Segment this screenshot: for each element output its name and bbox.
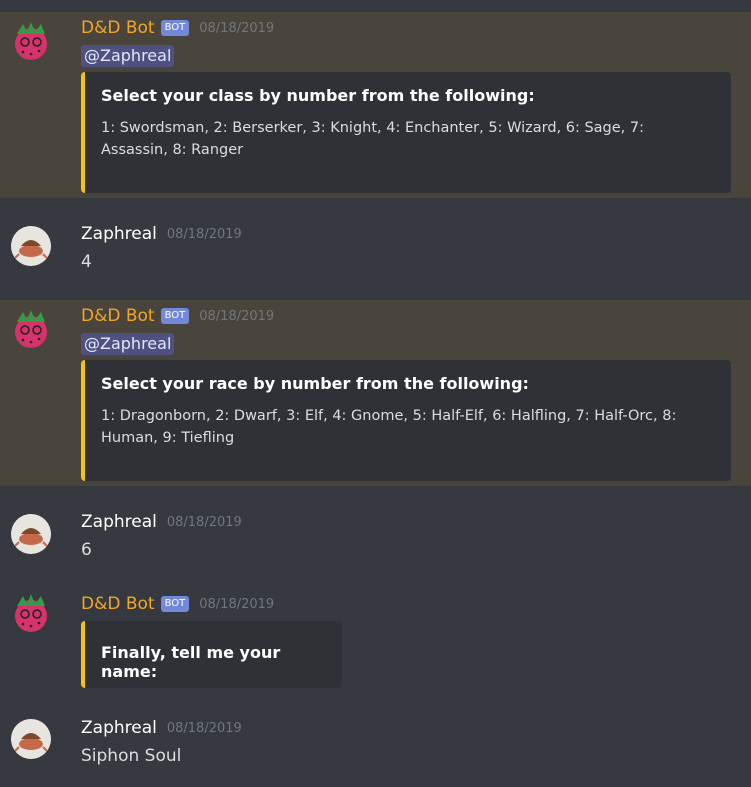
embed-title: Finally, tell me your name:: [101, 643, 281, 681]
username[interactable]: Zaphreal: [81, 718, 157, 738]
bot-avatar[interactable]: [11, 592, 51, 632]
user-mention[interactable]: @Zaphreal: [81, 333, 175, 355]
bot-badge: BOT: [160, 596, 190, 612]
raspberry-icon: [15, 310, 47, 348]
embed: Select your race by number from the foll…: [81, 360, 731, 481]
user-message: Zaphreal 08/18/2019 Siphon Soul: [0, 706, 751, 787]
embed-title: Select your race by number from the foll…: [101, 374, 529, 393]
timestamp: 08/18/2019: [166, 226, 242, 242]
username[interactable]: Zaphreal: [81, 512, 157, 532]
timestamp: 08/18/2019: [199, 308, 275, 324]
timestamp: 08/18/2019: [199, 596, 275, 612]
crab-hat-icon: [11, 226, 51, 266]
raspberry-icon: [15, 594, 47, 632]
embed-description: 1: Dragonborn, 2: Dwarf, 3: Elf, 4: Gnom…: [101, 408, 677, 446]
bot-message-class: D&D Bot BOT 08/18/2019 @Zaphreal Select …: [0, 12, 751, 198]
user-message: Zaphreal 08/18/2019 4: [0, 198, 751, 300]
user-mention[interactable]: @Zaphreal: [81, 45, 175, 67]
bot-avatar[interactable]: [11, 308, 51, 348]
timestamp: 08/18/2019: [166, 720, 242, 736]
crab-hat-icon: [11, 514, 51, 554]
embed: Select your class by number from the fol…: [81, 72, 731, 193]
bot-message-name: D&D Bot BOT 08/18/2019 Finally, tell me …: [0, 576, 751, 706]
embed-description: 1: Swordsman, 2: Berserker, 3: Knight, 4…: [101, 120, 644, 158]
username[interactable]: Zaphreal: [81, 224, 157, 244]
message-text: 4: [81, 252, 92, 272]
embed: Finally, tell me your name:: [81, 621, 342, 688]
username[interactable]: D&D Bot: [81, 306, 155, 326]
username[interactable]: D&D Bot: [81, 594, 155, 614]
timestamp: 08/18/2019: [166, 514, 242, 530]
message-text: 6: [81, 540, 92, 560]
raspberry-icon: [15, 22, 47, 60]
timestamp: 08/18/2019: [199, 20, 275, 36]
username[interactable]: D&D Bot: [81, 18, 155, 38]
user-message: Zaphreal 08/18/2019 6: [0, 486, 751, 576]
user-avatar[interactable]: [11, 719, 51, 759]
message-text: Siphon Soul: [81, 746, 182, 766]
bot-badge: BOT: [160, 308, 190, 324]
user-avatar[interactable]: [11, 226, 51, 266]
embed-title: Select your class by number from the fol…: [101, 86, 535, 105]
bot-message-race: D&D Bot BOT 08/18/2019 @Zaphreal Select …: [0, 300, 751, 486]
bot-badge: BOT: [160, 20, 190, 36]
user-avatar[interactable]: [11, 514, 51, 554]
crab-hat-icon: [11, 719, 51, 759]
bot-avatar[interactable]: [11, 20, 51, 60]
